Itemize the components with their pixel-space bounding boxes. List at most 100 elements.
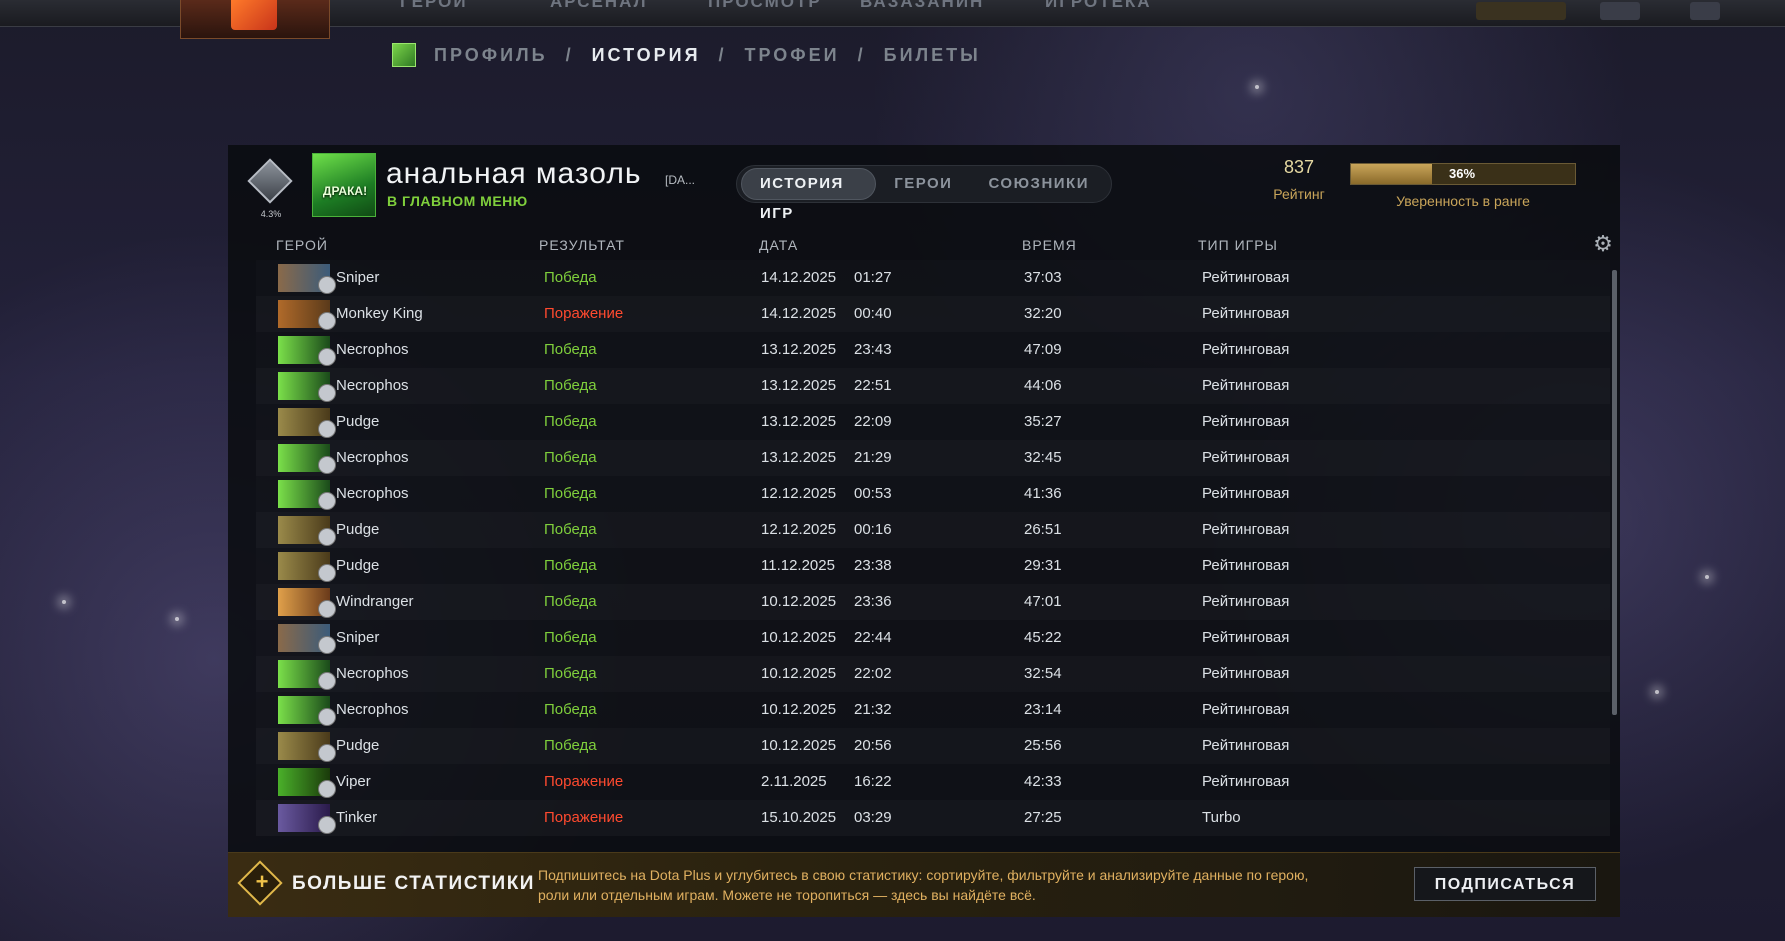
role-icon: [318, 348, 336, 366]
tab-match-history[interactable]: ИСТОРИЯ ИГР: [741, 168, 877, 222]
background-star: [1705, 575, 1709, 579]
table-row[interactable]: Sniper Победа 14.12.2025 01:27 37:03 Рейтинго…: [256, 260, 1610, 296]
breadcrumb-trophies[interactable]: ТРОФЕИ: [745, 45, 840, 66]
nav-heroes[interactable]: ГЕРОИ: [400, 0, 468, 12]
game-type: Рейтинговая: [1202, 413, 1290, 430]
table-row[interactable]: Necrophos Победа 13.12.2025 23:43 47:09 Рейти…: [256, 332, 1610, 368]
column-hero[interactable]: ГЕРОЙ: [276, 237, 328, 253]
hero-portrait-icon: [278, 264, 336, 294]
player-avatar[interactable]: ДРАКА!: [312, 153, 376, 217]
hero-portrait-icon: [278, 336, 336, 366]
friends-icon[interactable]: [1690, 2, 1720, 20]
role-icon: [318, 636, 336, 654]
table-row[interactable]: Pudge Победа 12.12.2025 00:16 26:51 Рейтингов…: [256, 512, 1610, 548]
currency-indicator[interactable]: [1476, 2, 1566, 20]
breadcrumb-profile[interactable]: ПРОФИЛЬ: [434, 45, 548, 66]
role-icon: [318, 312, 336, 330]
table-row[interactable]: Pudge Победа 10.12.2025 20:56 25:56 Рейтингов…: [256, 728, 1610, 764]
match-duration: 47:01: [1024, 593, 1062, 610]
subscribe-button[interactable]: ПОДПИСАТЬСЯ: [1414, 867, 1596, 901]
table-row[interactable]: Necrophos Победа 10.12.2025 21:32 23:14 Рейти…: [256, 692, 1610, 728]
role-icon: [318, 456, 336, 474]
breadcrumb-separator: /: [857, 44, 866, 65]
gear-icon[interactable]: ⚙: [1592, 233, 1614, 255]
match-start-time: 03:29: [854, 809, 892, 826]
rank-medal-icon[interactable]: 4.3%: [247, 153, 294, 219]
rating-block: 837 Рейтинг: [1254, 157, 1344, 202]
role-icon: [318, 528, 336, 546]
guild-tag: [DA...: [665, 173, 696, 187]
breadcrumb: ПРОФИЛЬ / ИСТОРИЯ / ТРОФЕИ / БИЛЕТЫ: [392, 42, 981, 68]
match-result: Поражение: [544, 809, 624, 826]
game-type: Рейтинговая: [1202, 773, 1290, 790]
match-date: 12.12.2025: [761, 521, 837, 538]
dota-logo-tab[interactable]: [180, 0, 330, 39]
breadcrumb-tickets[interactable]: БИЛЕТЫ: [884, 45, 981, 66]
column-duration[interactable]: ВРЕМЯ: [1022, 237, 1077, 253]
role-icon: [318, 672, 336, 690]
rank-diamond-icon: [247, 158, 293, 204]
match-result: Поражение: [544, 773, 624, 790]
game-type: Рейтинговая: [1202, 737, 1290, 754]
hero-portrait-icon: [278, 480, 336, 510]
match-date: 10.12.2025: [761, 665, 837, 682]
hero-name: Viper: [336, 773, 371, 790]
hero-name: Pudge: [336, 737, 380, 754]
match-start-time: 16:22: [854, 773, 892, 790]
scrollbar[interactable]: [1612, 270, 1617, 715]
table-row[interactable]: Tinker Поражение 15.10.2025 03:29 27:25 Turbo: [256, 800, 1610, 836]
game-type: Рейтинговая: [1202, 485, 1290, 502]
match-start-time: 00:16: [854, 521, 892, 538]
table-row[interactable]: Windranger Победа 10.12.2025 23:36 47:01 Рейт…: [256, 584, 1610, 620]
nav-library[interactable]: ИГРОТЕКА: [1045, 0, 1152, 12]
match-duration: 26:51: [1024, 521, 1062, 538]
match-duration: 25:56: [1024, 737, 1062, 754]
table-row[interactable]: Pudge Победа 13.12.2025 22:09 35:27 Рейтингов…: [256, 404, 1610, 440]
hero-name: Necrophos: [336, 377, 409, 394]
nav-watch[interactable]: ПРОСМОТР: [708, 0, 822, 12]
match-date: 14.12.2025: [761, 269, 837, 286]
table-row[interactable]: Monkey King Поражение 14.12.2025 00:40 32:20…: [256, 296, 1610, 332]
game-type: Рейтинговая: [1202, 665, 1290, 682]
hero-portrait-icon: [278, 588, 336, 618]
match-result: Победа: [544, 665, 597, 682]
table-row[interactable]: Necrophos Победа 12.12.2025 00:53 41:36 Рейти…: [256, 476, 1610, 512]
chat-icon[interactable]: [1600, 2, 1640, 20]
match-duration: 37:03: [1024, 269, 1062, 286]
tab-heroes[interactable]: ГЕРОИ: [876, 169, 970, 199]
hero-name: Necrophos: [336, 341, 409, 358]
table-row[interactable]: Sniper Победа 10.12.2025 22:44 45:22 Рейтинго…: [256, 620, 1610, 656]
hero-portrait-icon: [278, 372, 336, 402]
game-type: Рейтинговая: [1202, 377, 1290, 394]
background-star: [175, 617, 179, 621]
column-game-type[interactable]: ТИП ИГРЫ: [1198, 237, 1278, 253]
confidence-label: Уверенность в ранге: [1396, 193, 1530, 209]
table-row[interactable]: Viper Поражение 2.11.2025 16:22 42:33 Рейтинг…: [256, 764, 1610, 800]
breadcrumb-history[interactable]: ИСТОРИЯ: [592, 45, 701, 66]
table-row[interactable]: Necrophos Победа 13.12.2025 21:29 32:45 Рейти…: [256, 440, 1610, 476]
hero-portrait-icon: [278, 552, 336, 582]
role-icon: [318, 420, 336, 438]
match-start-time: 23:38: [854, 557, 892, 574]
match-start-time: 20:56: [854, 737, 892, 754]
hero-name: Windranger: [336, 593, 414, 610]
column-result[interactable]: РЕЗУЛЬТАТ: [539, 237, 625, 253]
hero-portrait-icon: [278, 624, 336, 654]
nav-item-4[interactable]: ВАЗАЗАНИН: [860, 0, 984, 12]
match-start-time: 22:51: [854, 377, 892, 394]
nav-arsenal[interactable]: АРСЕНАЛ: [550, 0, 648, 12]
table-row[interactable]: Necrophos Победа 13.12.2025 22:51 44:06 Рейти…: [256, 368, 1610, 404]
role-icon: [318, 600, 336, 618]
table-row[interactable]: Pudge Победа 11.12.2025 23:38 29:31 Рейтингов…: [256, 548, 1610, 584]
breadcrumb-separator: /: [718, 44, 727, 65]
match-result: Победа: [544, 377, 597, 394]
tab-allies[interactable]: СОЮЗНИКИ: [970, 169, 1107, 199]
match-date: 14.12.2025: [761, 305, 837, 322]
table-row[interactable]: Necrophos Победа 10.12.2025 22:02 32:54 Рейти…: [256, 656, 1610, 692]
column-date[interactable]: ДАТА: [759, 237, 798, 253]
hero-portrait-icon: [278, 408, 336, 438]
hero-name: Pudge: [336, 557, 380, 574]
hero-name: Pudge: [336, 413, 380, 430]
match-date: 10.12.2025: [761, 629, 837, 646]
plus-icon: +: [255, 869, 269, 894]
